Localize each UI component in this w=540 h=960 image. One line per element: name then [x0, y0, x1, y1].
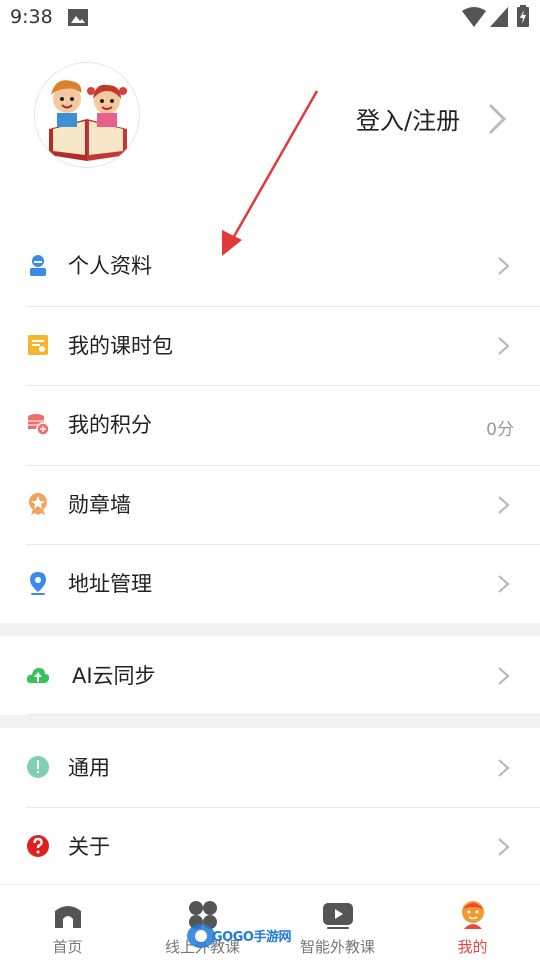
tab-home[interactable]: 首页: [0, 885, 135, 960]
menu-label: 勋章墙: [68, 493, 131, 517]
chevron-right-icon: [498, 337, 510, 355]
watermark-text: GOGO手游网: [212, 930, 291, 945]
menu-item-points[interactable]: 我的积分 0分: [0, 385, 540, 463]
chevron-right-icon: [498, 759, 510, 777]
medal-icon: [29, 493, 47, 515]
section-gap: [0, 623, 540, 636]
question-circle-icon: [27, 835, 49, 857]
menu-item-ai-cloud-sync[interactable]: AI云同步: [0, 636, 540, 714]
menu-item-profile[interactable]: 个人资料: [0, 226, 540, 304]
menu-item-lesson-package[interactable]: 我的课时包: [0, 306, 540, 384]
chevron-right-icon[interactable]: [486, 101, 508, 137]
home-icon: [54, 906, 81, 928]
info-circle-icon: [27, 756, 49, 778]
person-icon: [30, 255, 46, 276]
status-time: 9:38: [10, 6, 53, 28]
menu-label: 个人资料: [68, 254, 152, 278]
coins-icon: [28, 414, 50, 436]
menu-label: 关于: [68, 835, 110, 859]
menu-label: 我的积分: [68, 413, 152, 437]
profile-header: 登入/注册: [0, 55, 540, 185]
play-icon: [322, 903, 353, 929]
cloud-upload-icon: [26, 668, 50, 683]
package-icon: [28, 335, 48, 355]
chevron-right-icon: [498, 838, 510, 856]
tab-mine[interactable]: 我的: [405, 885, 540, 960]
nav-label: 首页: [52, 938, 83, 956]
nav-label: 我的: [457, 938, 488, 956]
menu-item-about[interactable]: 关于: [0, 807, 540, 885]
battery-icon: [517, 5, 529, 27]
login-register-link[interactable]: 登入/注册: [356, 101, 460, 136]
section-gap: [0, 715, 540, 728]
menu-label: 我的课时包: [68, 334, 173, 358]
menu-label: AI云同步: [72, 664, 156, 688]
menu-label: 通用: [68, 756, 110, 780]
location-pin-icon: [30, 572, 46, 595]
chevron-right-icon: [498, 575, 510, 593]
status-bar: 9:38: [0, 0, 540, 36]
chevron-right-icon: [498, 496, 510, 514]
menu-item-general[interactable]: 通用: [0, 728, 540, 806]
menu-label: 地址管理: [68, 572, 152, 596]
signal-icon: [490, 7, 508, 27]
points-value: 0分: [486, 420, 514, 440]
image-notification-icon: [68, 9, 88, 26]
avatar[interactable]: [34, 62, 140, 168]
mascot-icon: [461, 901, 484, 929]
menu-item-medal-wall[interactable]: 勋章墙: [0, 465, 540, 543]
menu-item-address[interactable]: 地址管理: [0, 544, 540, 622]
chevron-right-icon: [498, 257, 510, 275]
kids-reading-illustration: [49, 80, 127, 161]
chevron-right-icon: [498, 667, 510, 685]
wifi-icon: [462, 7, 486, 27]
